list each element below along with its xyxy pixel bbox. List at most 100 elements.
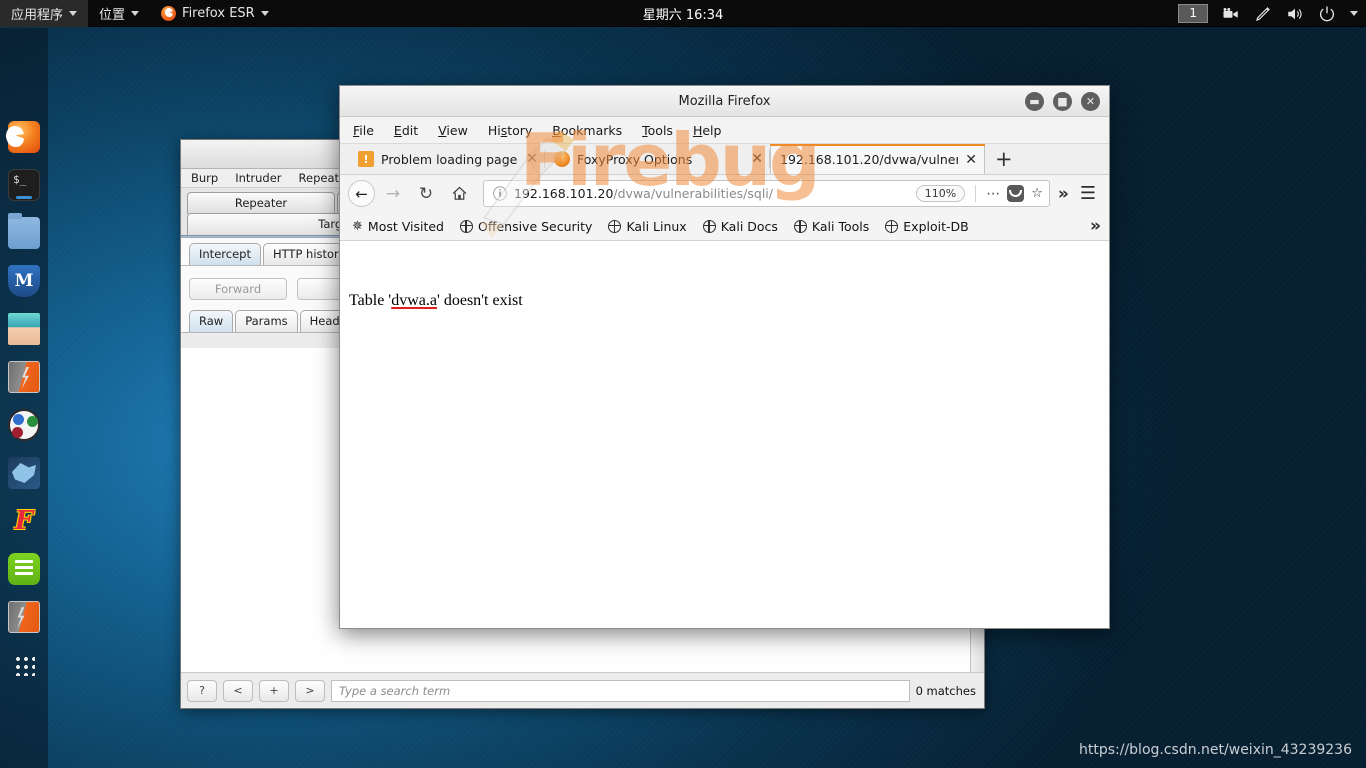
pocket-icon[interactable] [1007,185,1025,202]
menu-history[interactable]: History [488,123,532,138]
bookmark-exploit-db[interactable]: Exploit-DB [885,219,969,234]
globe-icon [460,219,473,233]
bookmark-kali-docs[interactable]: Kali Docs [702,219,778,234]
foxyproxy-icon [554,151,570,167]
burp-menu-burp[interactable]: Burp [191,171,218,185]
places-menu[interactable]: 位置 [88,0,150,27]
bookmark-kali-linux[interactable]: Kali Linux [608,218,687,234]
applications-menu-label: 应用程序 [11,7,64,23]
toolbar-overflow-button[interactable]: » [1053,184,1074,204]
tab-foxyproxy-options[interactable]: FoxyProxy Options ✕ [545,144,770,174]
tab-dvwa-sqli[interactable]: 192.168.101.20/dvwa/vulner ✕ [770,144,985,174]
application-dock: $_ M [0,28,48,768]
firefox-launcher[interactable]: Firefox ESR [150,0,280,27]
menu-edit[interactable]: Edit [394,123,418,138]
menu-file[interactable]: FFileile [353,123,374,138]
menu-tools[interactable]: Tools [642,123,673,138]
burp-rawtab-raw[interactable]: Raw [189,310,234,332]
back-button[interactable]: ← [348,180,375,207]
burp-prev-button[interactable]: < [223,679,253,702]
system-tray: 1 [1178,0,1358,27]
burp-help-button[interactable]: ? [187,679,217,702]
error-text-table: dvwa.a [391,292,437,309]
menu-bookmarks[interactable]: Bookmarks [552,123,622,138]
dock-item-anime-app[interactable] [0,305,48,353]
tab-problem-loading-page[interactable]: ! Problem loading page ✕ [349,144,545,174]
grid-icon [8,649,40,681]
volume-icon[interactable] [1286,5,1304,23]
home-button[interactable] [444,179,474,209]
close-icon[interactable]: ✕ [965,153,977,167]
dock-item-burp-suite[interactable] [0,353,48,401]
dock-item-metasploit[interactable]: M [0,257,48,305]
new-tab-button[interactable]: + [995,149,1013,174]
bookmarks-toolbar: ✵ Most Visited Offensive Security Kali L… [340,212,1109,241]
dock-item-terminal[interactable]: $_ [0,161,48,209]
chevron-down-icon [260,10,269,16]
bookmarks-overflow-button[interactable]: » [1090,216,1101,236]
warning-icon: ! [358,151,374,167]
color-wheel-icon [8,409,40,441]
firefox-window[interactable]: Mozilla Firefox ▬ ■ ✕ FFileile Edit View… [339,85,1110,629]
close-button[interactable]: ✕ [1081,92,1100,111]
error-text-before: Table ' [349,292,392,309]
gear-icon: ✵ [352,218,363,234]
burp-suite-icon [8,601,40,633]
places-menu-label: 位置 [99,7,126,23]
metasploit-icon: M [8,265,40,297]
dock-item-gimp[interactable] [0,401,48,449]
desktop-top-panel: 应用程序 位置 Firefox ESR 星期六 16:34 1 [0,0,1366,27]
menu-help[interactable]: Help [693,123,722,138]
dock-item-text-editor[interactable] [0,545,48,593]
burp-tab-repeater[interactable]: Repeater [187,192,335,214]
ellipsis-icon[interactable]: ⋯ [986,186,1000,202]
burp-add-button[interactable]: + [259,679,289,702]
hamburger-menu-button[interactable]: ☰ [1077,183,1101,204]
burp-menu-intruder[interactable]: Intruder [235,171,281,185]
bookmark-offensive-security[interactable]: Offensive Security [460,219,592,234]
chevron-down-icon[interactable] [1350,11,1358,16]
bookmark-most-visited[interactable]: ✵ Most Visited [352,219,444,234]
burp-rawtab-params[interactable]: Params [235,310,298,332]
dock-item-show-applications[interactable] [0,641,48,689]
bookmark-kali-tools[interactable]: Kali Tools [793,219,869,234]
power-icon[interactable] [1318,5,1336,23]
tab-label: 192.168.101.20/dvwa/vulner [780,152,959,167]
dock-item-faraday[interactable] [0,497,48,545]
applications-menu[interactable]: 应用程序 [0,0,89,27]
star-icon[interactable]: ☆ [1031,186,1043,201]
burp-search-input[interactable]: Type a search term [331,679,910,702]
dock-item-burp-suite-2[interactable] [0,593,48,641]
firefox-navigation-bar: ← → ↻ ⓘ 192.168.101.20/dvwa/vulnerabilit… [340,175,1109,212]
dock-item-wireshark[interactable] [0,449,48,497]
firefox-launcher-label: Firefox ESR [182,5,255,21]
page-content: Table 'dvwa.a' doesn't exist [340,279,1109,628]
firefox-window-controls: ▬ ■ ✕ [1025,86,1100,117]
workspace-indicator[interactable]: 1 [1178,4,1208,23]
wireshark-icon [8,457,40,489]
burp-next-button[interactable]: > [295,679,325,702]
burp-forward-button[interactable]: Forward [189,278,287,300]
menu-view[interactable]: View [438,123,468,138]
bookmark-label: Most Visited [367,218,444,234]
home-icon [452,186,466,200]
firefox-titlebar: Mozilla Firefox ▬ ■ ✕ [340,86,1109,117]
reload-button[interactable]: ↻ [411,179,441,209]
bookmark-label: Kali Linux [626,218,687,234]
pen-icon[interactable] [1254,5,1272,23]
dock-item-files[interactable] [0,209,48,257]
url-path: /dvwa/vulnerabilities/sqli/ [613,186,773,201]
camera-icon[interactable] [1222,5,1240,23]
close-icon[interactable]: ✕ [526,152,538,166]
firefox-menubar: FFileile Edit View History Bookmarks Too… [340,117,1109,144]
close-icon[interactable]: ✕ [751,152,763,166]
info-icon[interactable]: ⓘ [493,184,507,204]
dock-item-firefox[interactable] [0,113,48,161]
maximize-button[interactable]: ■ [1053,92,1072,111]
minimize-button[interactable]: ▬ [1025,92,1044,111]
burp-subtab-intercept[interactable]: Intercept [189,243,261,265]
burp-search-bar: ? < + > Type a search term 0 matches [181,672,984,708]
zoom-level-indicator[interactable]: 110% [915,185,966,202]
forward-button[interactable]: → [378,179,408,209]
url-bar[interactable]: ⓘ 192.168.101.20/dvwa/vulnerabilities/sq… [483,180,1050,207]
